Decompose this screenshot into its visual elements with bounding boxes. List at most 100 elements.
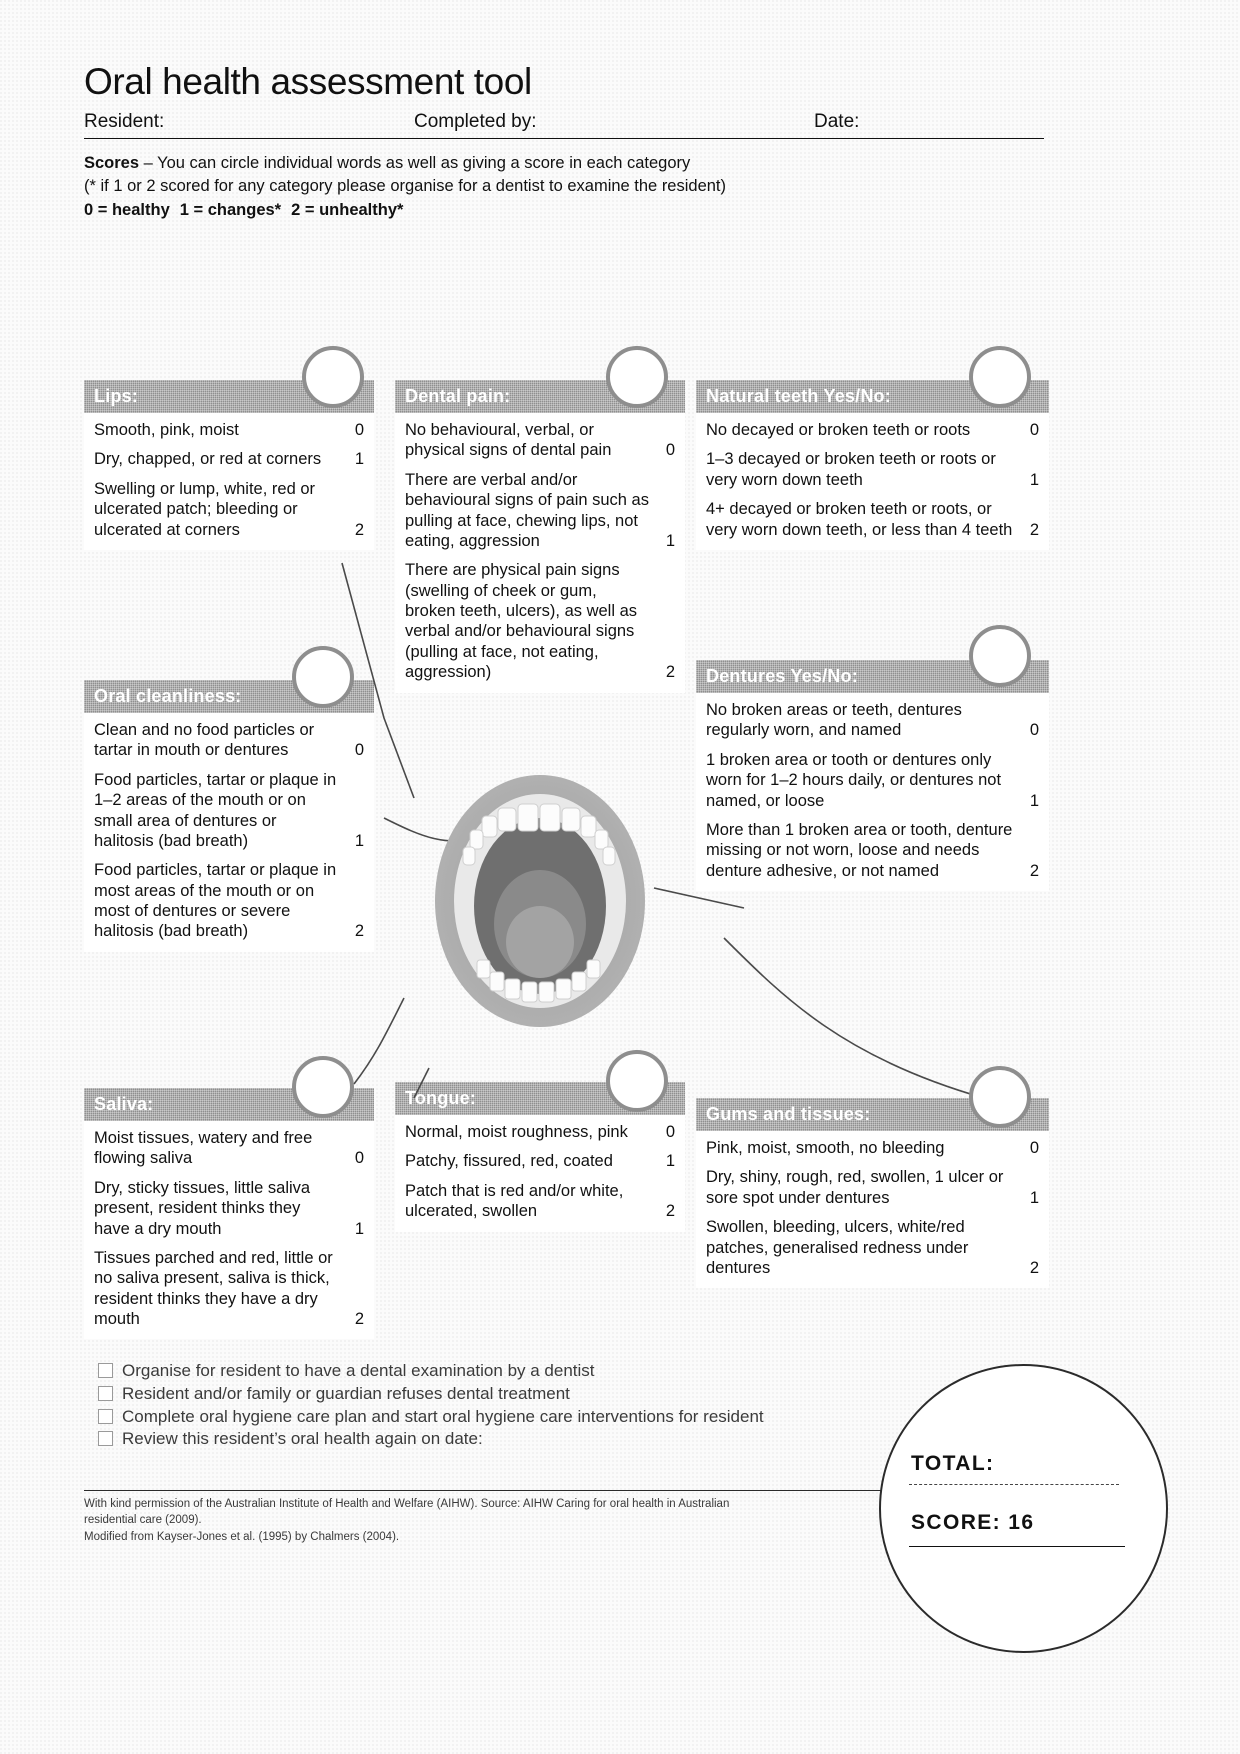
card-saliva: Saliva: Moist tissues, watery and free f… — [84, 1088, 374, 1340]
card-natural-teeth-options: No decayed or broken teeth or roots 0 1–… — [696, 413, 1049, 550]
card-oral-cleanliness-options: Clean and no food particles or tartar in… — [84, 713, 374, 952]
checklist-label: Resident and/or family or guardian refus… — [122, 1383, 570, 1403]
score-label[interactable]: SCORE: 16 — [911, 1511, 1131, 1535]
option-score[interactable]: 0 — [346, 1148, 364, 1168]
option-text: No broken areas or teeth, dentures regul… — [706, 701, 962, 740]
bubble-natural-teeth[interactable] — [969, 346, 1031, 408]
option-score[interactable]: 0 — [1021, 720, 1039, 740]
option-row[interactable]: Normal, moist roughness, pink 0 — [405, 1122, 675, 1142]
option-score[interactable]: 2 — [346, 921, 364, 941]
scores-line-2: (* if 1 or 2 scored for any category ple… — [84, 177, 727, 196]
option-row[interactable]: No broken areas or teeth, dentures regul… — [706, 700, 1039, 741]
resident-field-label[interactable]: Resident: — [84, 111, 414, 133]
option-text: Tissues parched and red, little or no sa… — [94, 1248, 333, 1328]
option-score[interactable]: 1 — [346, 831, 364, 851]
date-field-label[interactable]: Date: — [814, 111, 1044, 133]
option-row[interactable]: Clean and no food particles or tartar in… — [94, 720, 364, 761]
checkbox-icon[interactable] — [98, 1408, 113, 1424]
option-row[interactable]: No decayed or broken teeth or roots 0 — [706, 420, 1039, 440]
option-score[interactable]: 2 — [1021, 520, 1039, 540]
bubble-lips[interactable] — [302, 346, 364, 408]
option-text: Swelling or lump, white, red or ulcerate… — [94, 479, 316, 539]
option-row[interactable]: Patchy, fissured, red, coated 1 — [405, 1151, 675, 1171]
checkbox-icon[interactable] — [98, 1431, 113, 1447]
option-row[interactable]: There are physical pain signs (swelling … — [405, 560, 675, 682]
legend-changes: 1 = changes* — [179, 200, 282, 219]
card-dental-pain: Dental pain: No behavioural, verbal, or … — [395, 380, 685, 693]
option-text: Food particles, tartar or plaque in most… — [94, 861, 337, 941]
option-text: Patchy, fissured, red, coated — [405, 1152, 613, 1171]
option-row[interactable]: Swollen, bleeding, ulcers, white/red pat… — [706, 1217, 1039, 1278]
option-score[interactable]: 2 — [346, 520, 364, 540]
option-score[interactable]: 0 — [1021, 420, 1039, 440]
option-text: Smooth, pink, moist — [94, 421, 239, 439]
option-score[interactable]: 2 — [346, 1309, 364, 1329]
option-score[interactable]: 1 — [1021, 791, 1039, 811]
legend-unhealthy: 2 = unhealthy* — [291, 200, 404, 219]
option-score[interactable]: 0 — [657, 440, 675, 460]
checkbox-icon[interactable] — [98, 1363, 113, 1378]
option-text: More than 1 broken area or tooth, dentur… — [706, 820, 1013, 880]
option-score[interactable]: 2 — [657, 1201, 675, 1221]
option-text: Pink, moist, smooth, no bleeding — [706, 1139, 945, 1157]
bubble-dentures[interactable] — [969, 625, 1031, 687]
bubble-saliva[interactable] — [292, 1056, 354, 1118]
checklist-item[interactable]: Resident and/or family or guardian refus… — [84, 1383, 1060, 1405]
option-score[interactable]: 0 — [346, 420, 364, 440]
option-row[interactable]: More than 1 broken area or tooth, dentur… — [706, 820, 1039, 881]
option-score[interactable]: 0 — [1021, 1138, 1039, 1158]
option-text: Patch that is red and/or white, ulcerate… — [405, 1181, 624, 1221]
option-text: Normal, moist roughness, pink — [405, 1123, 628, 1141]
option-row[interactable]: Pink, moist, smooth, no bleeding 0 — [706, 1138, 1039, 1158]
option-text: 1 broken area or tooth or dentures only … — [706, 750, 1002, 810]
option-score[interactable]: 1 — [346, 1219, 364, 1239]
option-row[interactable]: 4+ decayed or broken teeth or roots, or … — [706, 499, 1039, 540]
option-score[interactable]: 2 — [1021, 861, 1039, 881]
option-row[interactable]: There are verbal and/or behavioural sign… — [405, 470, 675, 552]
legend-healthy: 0 = healthy — [84, 200, 170, 219]
identity-row: Resident: Completed by: Date: — [84, 111, 1044, 139]
option-row[interactable]: No behavioural, verbal, or physical sign… — [405, 420, 675, 461]
option-row[interactable]: Dry, chapped, or red at corners 1 — [94, 449, 364, 469]
option-row[interactable]: 1 broken area or tooth or dentures only … — [706, 750, 1039, 811]
option-text: Dry, chapped, or red at corners — [94, 450, 322, 469]
option-row[interactable]: Smooth, pink, moist 0 — [94, 420, 364, 440]
option-row[interactable]: Dry, shiny, rough, red, swollen, 1 ulcer… — [706, 1167, 1039, 1208]
option-score[interactable]: 1 — [1021, 470, 1039, 490]
option-row[interactable]: Tissues parched and red, little or no sa… — [94, 1248, 364, 1330]
option-row[interactable]: 1–3 decayed or broken teeth or roots or … — [706, 449, 1039, 490]
total-label: TOTAL: — [911, 1452, 995, 1475]
option-score[interactable]: 0 — [657, 1122, 675, 1142]
option-row[interactable]: Dry, sticky tissues, little saliva prese… — [94, 1178, 364, 1239]
option-text: Dry, shiny, rough, red, swollen, 1 ulcer… — [706, 1168, 1004, 1207]
option-row[interactable]: Food particles, tartar or plaque in most… — [94, 860, 364, 942]
total-score-circle: TOTAL: SCORE: 16 — [879, 1364, 1168, 1653]
option-score[interactable]: 1 — [346, 449, 364, 469]
option-score[interactable]: 2 — [1021, 1258, 1039, 1278]
bubble-tongue[interactable] — [606, 1050, 668, 1112]
option-score[interactable]: 1 — [657, 531, 675, 551]
assessment-sheet: Oral health assessment tool Resident: Co… — [84, 61, 1168, 1692]
card-tongue-options: Normal, moist roughness, pink 0 Patchy, … — [395, 1115, 685, 1232]
option-score[interactable]: 2 — [657, 662, 675, 682]
mouth-illustration — [435, 775, 645, 1027]
option-text: Moist tissues, watery and free flowing s… — [94, 1129, 313, 1168]
option-text: 1–3 decayed or broken teeth or roots or … — [706, 450, 996, 489]
option-score[interactable]: 1 — [657, 1151, 675, 1171]
option-score[interactable]: 1 — [1021, 1188, 1039, 1208]
bubble-dental-pain[interactable] — [606, 346, 668, 408]
option-row[interactable]: Food particles, tartar or plaque in 1–2 … — [94, 770, 364, 852]
checklist-item[interactable]: Organise for resident to have a dental e… — [84, 1360, 1060, 1382]
checkbox-icon[interactable] — [98, 1385, 113, 1401]
bubble-oral-cleanliness[interactable] — [292, 646, 354, 708]
option-row[interactable]: Swelling or lump, white, red or ulcerate… — [94, 479, 364, 540]
checklist-label: Organise for resident to have a dental e… — [122, 1361, 595, 1380]
option-text: Swollen, bleeding, ulcers, white/red pat… — [706, 1218, 969, 1277]
completed-by-field-label[interactable]: Completed by: — [414, 111, 814, 133]
option-row[interactable]: Moist tissues, watery and free flowing s… — [94, 1128, 364, 1169]
scores-line-1-rest: – You can circle individual words as wel… — [139, 153, 691, 172]
bubble-gums-and-tissues[interactable] — [969, 1066, 1031, 1128]
option-row[interactable]: Patch that is red and/or white, ulcerate… — [405, 1181, 675, 1222]
option-text: Food particles, tartar or plaque in 1–2 … — [94, 770, 337, 850]
option-score[interactable]: 0 — [346, 740, 364, 760]
